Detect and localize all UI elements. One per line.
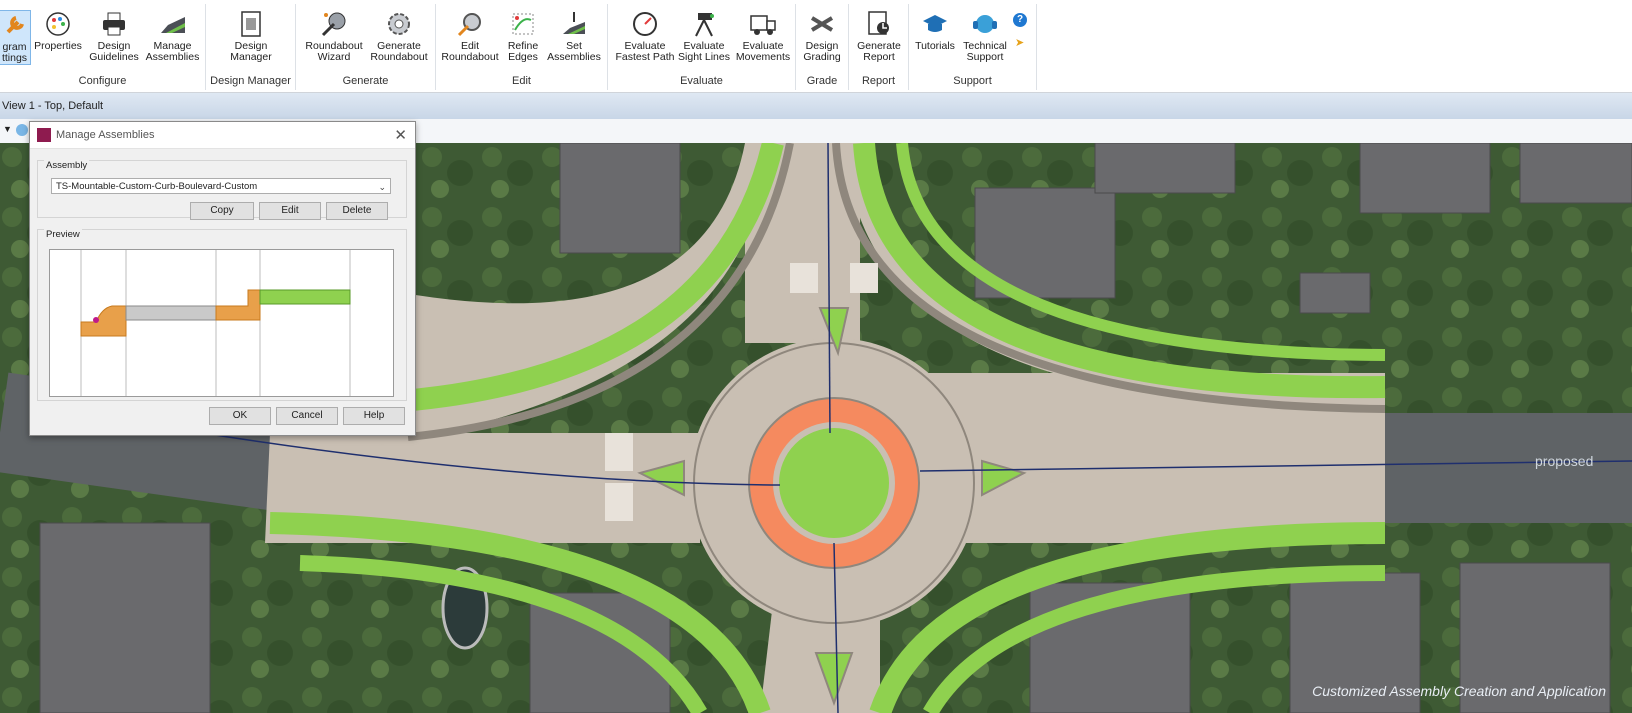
app-logo-icon: [37, 128, 51, 142]
ribbon-group-support: Tutorials Technical Support ? ➤ Support: [909, 4, 1037, 90]
gear-target-icon: [384, 10, 414, 38]
design-manager-button[interactable]: Design Manager: [226, 10, 276, 63]
roundabout-wizard-button[interactable]: Roundabout Wizard: [304, 10, 364, 63]
ribbon-group-label: Design Manager: [210, 75, 291, 87]
delete-button[interactable]: Delete: [326, 202, 388, 220]
design-guidelines-button[interactable]: Design Guidelines: [88, 10, 140, 63]
ribbon-group-label: Report: [861, 75, 896, 87]
tutorials-button[interactable]: Tutorials: [913, 10, 957, 52]
alignment-label: proposed: [1535, 453, 1593, 469]
generate-report-button[interactable]: Generate Report: [854, 10, 904, 63]
ribbon-group-label: Support: [953, 75, 992, 87]
ribbon-group-label: Generate: [342, 75, 389, 87]
evaluate-sight-lines-button[interactable]: Evaluate Sight Lines: [676, 10, 732, 63]
edit-roundabout-button[interactable]: Edit Roundabout: [441, 10, 499, 63]
ribbon-group-edit: Edit Roundabout Refine Edges Set Assembl…: [436, 4, 608, 90]
video-caption: Customized Assembly Creation and Applica…: [1312, 683, 1606, 699]
speedometer-icon: [630, 10, 660, 38]
evaluate-movements-button[interactable]: Evaluate Movements: [734, 10, 792, 63]
edit-button[interactable]: Edit: [259, 202, 321, 220]
ribbon-group-label: Evaluate: [680, 75, 723, 87]
design-grading-button[interactable]: Design Grading: [799, 10, 845, 63]
manage-assemblies-button[interactable]: Manage Assemblies: [145, 10, 200, 63]
assembly-icon: [158, 10, 188, 38]
technical-support-button[interactable]: Technical Support: [961, 10, 1009, 63]
ok-button[interactable]: OK: [209, 407, 271, 425]
manage-assemblies-dialog: Manage Assemblies ✕ Assembly TS-Mountabl…: [29, 121, 416, 436]
grading-icon: [807, 10, 837, 38]
edit-gear-icon: [455, 10, 485, 38]
view-menu-arrow-icon[interactable]: ▼: [3, 124, 12, 134]
view-title-bar: View 1 - Top, Default: [0, 93, 1632, 119]
report-icon: [864, 10, 894, 38]
ribbon-group-label: Configure: [78, 75, 127, 87]
view-tool-icon[interactable]: [16, 124, 28, 136]
palette-icon: [43, 10, 73, 38]
camera-tripod-icon: [689, 10, 719, 38]
refine-edges-button[interactable]: Refine Edges: [503, 10, 543, 63]
refine-edges-icon: [508, 10, 538, 38]
preview-legend: Preview: [44, 229, 82, 240]
view-title: View 1 - Top, Default: [2, 100, 104, 112]
ribbon-group-evaluate: Evaluate Fastest Path Evaluate Sight Lin…: [608, 4, 796, 90]
dialog-title: Manage Assemblies: [56, 129, 155, 141]
graduation-cap-icon: [920, 10, 950, 38]
copy-button[interactable]: Copy: [190, 202, 254, 220]
printer-icon: [99, 10, 129, 38]
set-assemblies-icon: [559, 10, 589, 38]
wand-icon: [319, 10, 349, 38]
help-button[interactable]: Help: [343, 407, 405, 425]
dialog-title-bar[interactable]: Manage Assemblies ✕: [30, 122, 415, 149]
ribbon-group-grade: Design Grading Grade: [796, 4, 849, 90]
cancel-button[interactable]: Cancel: [276, 407, 338, 425]
program-settings-button[interactable]: gram ttings: [0, 10, 31, 65]
ribbon: gram ttings Properties Design Guidelines…: [0, 0, 1632, 93]
help-icon[interactable]: ?: [1013, 13, 1027, 27]
assembly-legend: Assembly: [44, 160, 90, 171]
ribbon-group-label: Grade: [806, 75, 838, 87]
ribbon-group-report: Generate Report Report: [849, 4, 909, 90]
ribbon-group-configure: gram ttings Properties Design Guidelines…: [0, 4, 206, 90]
set-assemblies-button[interactable]: Set Assemblies: [546, 10, 602, 63]
properties-button[interactable]: Properties: [33, 10, 83, 52]
assembly-select[interactable]: TS-Mountable-Custom-Curb-Boulevard-Custo…: [51, 178, 391, 194]
assembly-select-value: TS-Mountable-Custom-Curb-Boulevard-Custo…: [56, 181, 258, 192]
pointer-arrow-icon[interactable]: ➤: [1015, 36, 1024, 49]
headset-icon: [970, 10, 1000, 38]
document-icon: [236, 10, 266, 38]
generate-roundabout-button[interactable]: Generate Roundabout: [368, 10, 430, 63]
evaluate-fastest-path-button[interactable]: Evaluate Fastest Path: [614, 10, 676, 63]
truck-icon: [748, 10, 778, 38]
assembly-preview: [49, 249, 394, 397]
wrench-icon: [0, 11, 30, 39]
ribbon-group-design-manager: Design Manager Design Manager: [206, 4, 296, 90]
ribbon-group-label: Edit: [512, 75, 531, 87]
assembly-cross-section: [80, 250, 351, 396]
chevron-down-icon[interactable]: ⌄: [378, 179, 386, 195]
ribbon-group-generate: Roundabout Wizard Generate Roundabout Ge…: [296, 4, 436, 90]
close-icon[interactable]: ✕: [394, 126, 407, 144]
